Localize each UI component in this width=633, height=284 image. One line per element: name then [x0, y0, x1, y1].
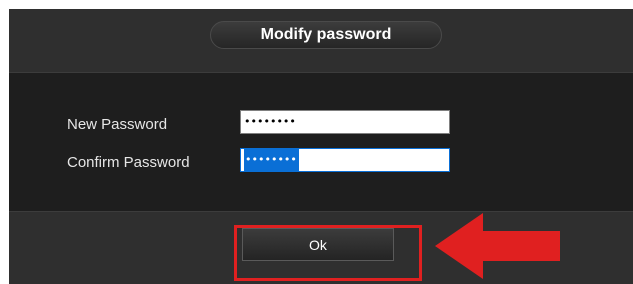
dialog-title: Modify password — [260, 26, 392, 43]
dialog-title-bar: Modify password — [210, 21, 442, 49]
form-panel: New Password •••••••• Confirm Password •… — [9, 72, 633, 212]
confirm-password-value: •••••••• — [244, 149, 299, 171]
confirm-password-label: Confirm Password — [67, 154, 190, 171]
new-password-value: •••••••• — [244, 115, 296, 128]
confirm-password-field[interactable]: •••••••• — [240, 148, 450, 172]
new-password-field[interactable]: •••••••• — [240, 110, 450, 134]
red-arrow-left-icon — [435, 213, 560, 279]
ok-button[interactable]: Ok — [242, 228, 394, 261]
new-password-label: New Password — [67, 116, 168, 133]
